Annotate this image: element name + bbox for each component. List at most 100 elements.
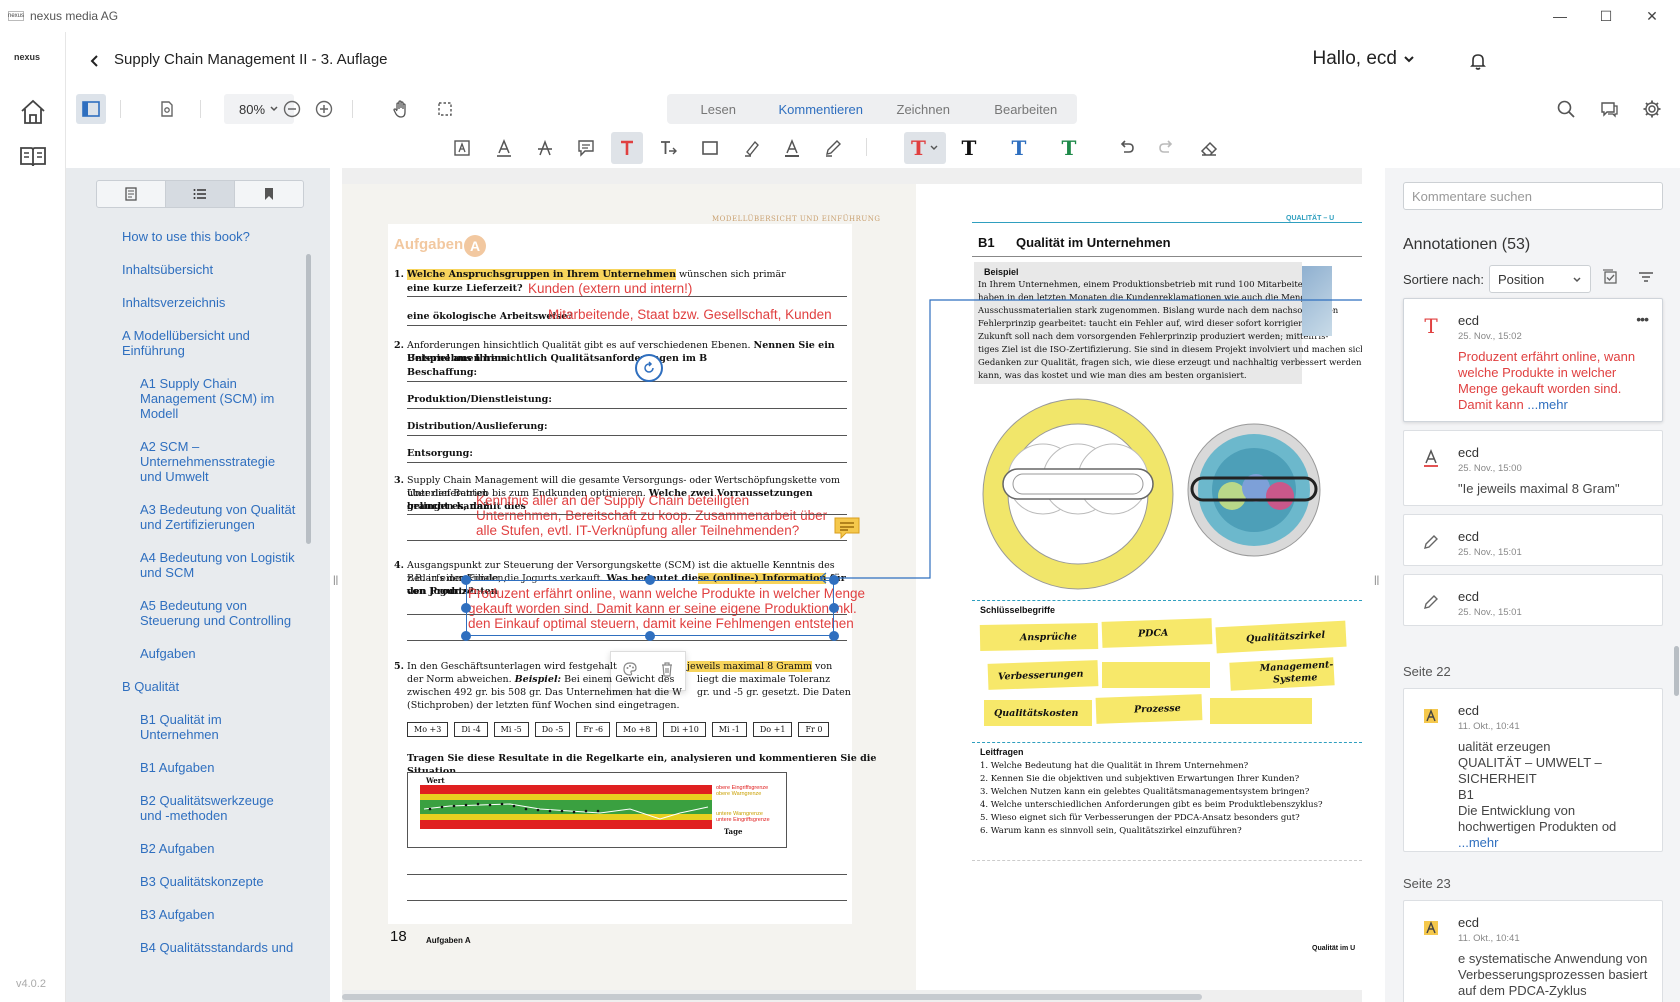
search-icon <box>1557 100 1575 118</box>
color-red-swatch[interactable]: T <box>904 132 946 164</box>
color-black-swatch[interactable]: T <box>953 132 985 164</box>
eraser-tool[interactable] <box>1193 132 1225 164</box>
settings-button[interactable] <box>1637 94 1667 124</box>
handwritten-answer-q3-line1[interactable]: Kenntnis aller an der Supply Chain betei… <box>476 493 749 508</box>
maximize-button[interactable]: ☐ <box>1583 0 1629 32</box>
show-more-link[interactable]: ...mehr <box>1524 397 1567 412</box>
user-menu[interactable]: Hallo, ecd <box>1313 48 1416 70</box>
tab-bookmarks[interactable] <box>235 181 303 207</box>
library-button[interactable] <box>17 140 49 172</box>
zoom-out-button[interactable] <box>277 94 307 124</box>
rotate-handle[interactable] <box>635 354 663 382</box>
toc-item[interactable]: B2 Aufgaben <box>66 832 306 865</box>
resize-handle[interactable] <box>461 603 471 613</box>
pen-tool[interactable] <box>817 132 849 164</box>
zoom-in-button[interactable] <box>309 94 339 124</box>
close-button[interactable]: ✕ <box>1629 0 1675 32</box>
comments-panel-button[interactable] <box>1594 94 1624 124</box>
callout-tool[interactable] <box>652 132 684 164</box>
toc-item[interactable]: How to use this book? <box>66 220 306 253</box>
show-more-link[interactable]: ...mehr <box>1458 835 1648 851</box>
annotations-scrollbar[interactable] <box>1674 646 1679 696</box>
toc-item[interactable]: A5 Bedeutung von Steuerung und Controlli… <box>66 589 306 637</box>
resize-handle[interactable] <box>829 603 839 613</box>
strikethrough-tool[interactable] <box>529 132 561 164</box>
toc-item[interactable]: A Modellübersicht und Einführung <box>66 319 306 367</box>
toc-scrollbar[interactable] <box>306 254 311 544</box>
toc-item[interactable]: Aufgaben <box>66 637 306 670</box>
resize-handle[interactable] <box>461 575 471 585</box>
tab-thumbnails[interactable] <box>97 181 166 207</box>
select-all-button[interactable] <box>1601 268 1623 290</box>
text-comment-tool[interactable] <box>446 132 478 164</box>
toc-item[interactable]: B Qualität <box>66 670 306 703</box>
color-green-swatch[interactable]: T <box>1053 132 1085 164</box>
toc-item[interactable]: A1 Supply Chain Management (SCM) im Mode… <box>66 367 306 430</box>
resize-handle[interactable] <box>645 575 655 585</box>
handwritten-answer-q3-line3[interactable]: alle Stufen, evtl. IT-Verknüpfung aller … <box>476 523 799 538</box>
answer-line <box>407 900 847 901</box>
toc-item[interactable]: B3 Qualitätskonzepte <box>66 865 306 898</box>
toc-item[interactable]: Inhaltsübersicht <box>66 253 306 286</box>
resize-handle[interactable] <box>645 631 655 641</box>
comment-search-input[interactable]: Kommentare suchen <box>1403 182 1663 210</box>
color-blue-swatch[interactable]: T <box>1003 132 1035 164</box>
horizontal-scrollbar[interactable] <box>342 994 1202 1000</box>
underline-tool[interactable] <box>488 132 520 164</box>
select-area-button[interactable] <box>430 94 460 124</box>
pan-tool-button[interactable] <box>386 94 416 124</box>
tab-lesen[interactable]: Lesen <box>667 102 770 117</box>
tab-contents[interactable] <box>166 181 235 207</box>
annotation-selection-box[interactable] <box>466 580 834 636</box>
annotation-card[interactable]: ecd 11. Okt., 10:41 ualität erzeugen QUA… <box>1403 688 1663 852</box>
resize-handle[interactable] <box>829 631 839 641</box>
rectangle-tool[interactable] <box>694 132 726 164</box>
annotation-card[interactable]: ecd 25. Nov., 15:01 <box>1403 574 1663 626</box>
back-button[interactable] <box>82 48 108 74</box>
toc-item[interactable]: B4 Qualitätsstandards und <box>66 931 306 964</box>
page-settings-button[interactable] <box>152 94 182 124</box>
toc-item[interactable]: B2 Qualitätswerkzeuge und -methoden <box>66 784 306 832</box>
home-button[interactable] <box>17 96 49 128</box>
redo-button[interactable] <box>1151 132 1183 164</box>
handwritten-answer-q1b[interactable]: Mitarbeitende, Staat bzw. Gesellschaft, … <box>548 307 832 322</box>
annotation-date: 25. Nov., 15:00 <box>1458 463 1522 474</box>
toc-item[interactable]: A3 Bedeutung von Qualität und Zertifizie… <box>66 493 306 541</box>
toc-item[interactable]: A2 SCM – Unternehmensstrategie und Umwel… <box>66 430 306 493</box>
filter-button[interactable] <box>1637 268 1659 290</box>
document-viewer[interactable]: MODELLÜBERSICHT UND EINFÜHRUNG Aufgaben … <box>342 168 1362 1002</box>
resize-handle[interactable] <box>461 631 471 641</box>
annotation-user: ecd <box>1458 445 1479 460</box>
tab-zeichnen[interactable]: Zeichnen <box>872 102 975 117</box>
toggle-sidebar-button[interactable] <box>76 94 106 124</box>
toc-item[interactable]: A4 Bedeutung von Logistik und SCM <box>66 541 306 589</box>
keyword-sticky: Ansprüche <box>979 622 1099 652</box>
note-tool[interactable] <box>570 132 602 164</box>
toc-item[interactable]: B1 Qualität im Unternehmen <box>66 703 306 751</box>
annotation-line: ualität erzeugen <box>1458 739 1551 754</box>
q5-line1-tail: jeweils maximal 8 Gramm von <box>687 660 832 673</box>
minimize-button[interactable]: — <box>1537 0 1583 32</box>
search-button[interactable] <box>1551 94 1581 124</box>
sort-select[interactable]: Position <box>1489 265 1591 293</box>
toc-item[interactable]: Inhaltsverzeichnis <box>66 286 306 319</box>
q5-number: 5. <box>394 661 404 672</box>
highlighter-tool[interactable] <box>735 132 767 164</box>
left-splitter[interactable]: || <box>333 575 339 587</box>
notifications-button[interactable] <box>1466 49 1490 73</box>
handwritten-answer-q3-line2[interactable]: Unternehmen, Bereitschaft zu koop. Zusam… <box>476 508 827 523</box>
annotation-card[interactable]: ecd 25. Nov., 15:01 <box>1403 514 1663 566</box>
annotation-card[interactable]: ecd 25. Nov., 15:00 "Ie jeweils maximal … <box>1403 430 1663 506</box>
toc-item[interactable]: B3 Aufgaben <box>66 898 306 931</box>
tab-kommentieren[interactable]: Kommentieren <box>770 102 873 117</box>
annotation-card[interactable]: ecd 11. Okt., 10:41 e systematische Anwe… <box>1403 900 1663 1002</box>
annotation-card[interactable]: T ecd 25. Nov., 15:02 ••• Produzent erfä… <box>1403 298 1663 422</box>
undo-button[interactable] <box>1110 132 1142 164</box>
handwritten-answer-q1a[interactable]: Kunden (extern und intern!) <box>528 281 692 296</box>
tab-bearbeiten[interactable]: Bearbeiten <box>975 102 1078 117</box>
toc-item[interactable]: B1 Aufgaben <box>66 751 306 784</box>
text-color-tool[interactable] <box>776 132 808 164</box>
freetext-tool[interactable] <box>611 132 643 164</box>
more-options-button[interactable]: ••• <box>1636 311 1649 327</box>
right-splitter[interactable]: || <box>1374 575 1380 587</box>
